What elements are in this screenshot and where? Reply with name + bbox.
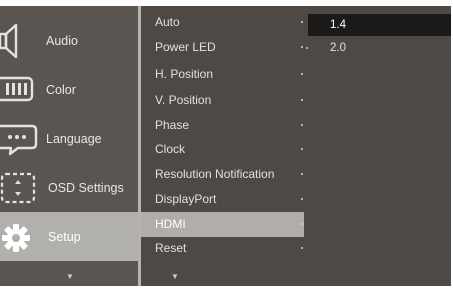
menu-item-displayport[interactable]: DisplayPort <box>141 187 304 212</box>
bullet <box>301 73 303 75</box>
osd-menu: Audio Color Language OSD Settings Setup … <box>0 0 453 291</box>
menu-item-hdmi[interactable]: HDMI <box>141 212 304 237</box>
category-language[interactable]: Language <box>0 114 138 163</box>
menu-item-h-position[interactable]: H. Position <box>141 62 304 87</box>
scroll-down-icon[interactable]: ▼ <box>66 272 74 281</box>
bullet <box>301 223 303 225</box>
menu-item-label: Reset <box>155 241 187 255</box>
bullet <box>301 173 303 175</box>
option-label: 2.0 <box>330 42 346 54</box>
bullet <box>306 47 308 49</box>
hdmi-options: 1.4 2.0 <box>304 6 451 286</box>
menu-item-power-led[interactable]: Power LED <box>141 35 304 60</box>
category-label: Color <box>46 82 76 97</box>
menu-item-label: H. Position <box>155 67 214 81</box>
category-setup[interactable]: Setup <box>0 212 138 261</box>
bullet <box>301 21 303 23</box>
menu-item-v-position[interactable]: V. Position <box>141 88 304 113</box>
bullet <box>301 198 303 200</box>
bullet <box>301 124 303 126</box>
menu-item-reset[interactable]: Reset <box>141 236 304 261</box>
menu-item-label: V. Position <box>155 93 212 107</box>
menu-item-label: Phase <box>155 118 190 132</box>
category-color[interactable]: Color <box>0 65 138 114</box>
bullet <box>301 148 303 150</box>
language-icon <box>0 124 38 156</box>
menu-item-label: HDMI <box>155 217 186 231</box>
setup-menu: Auto Power LED H. Position V. Position P… <box>141 6 304 286</box>
bullet <box>301 247 303 249</box>
category-label: Setup <box>48 229 81 244</box>
menu-item-label: Clock <box>155 142 186 156</box>
category-column: Audio Color Language OSD Settings Setup … <box>0 6 138 286</box>
menu-item-label: DisplayPort <box>155 192 217 206</box>
menu-item-resolution-notification[interactable]: Resolution Notification <box>141 162 304 187</box>
menu-item-auto[interactable]: Auto <box>141 10 304 35</box>
menu-item-label: Auto <box>155 15 180 29</box>
category-audio[interactable]: Audio <box>0 16 138 65</box>
category-label: Language <box>46 131 102 146</box>
menu-item-label: Resolution Notification <box>155 167 275 181</box>
menu-item-clock[interactable]: Clock <box>141 137 304 162</box>
bullet <box>301 46 303 48</box>
gear-icon <box>2 224 30 252</box>
color-icon <box>0 76 34 102</box>
speaker-icon <box>0 23 18 59</box>
category-label: Audio <box>46 33 78 48</box>
menu-item-phase[interactable]: Phase <box>141 113 304 138</box>
scroll-down-icon[interactable]: ▼ <box>171 272 179 281</box>
option-item[interactable]: 2.0 <box>304 37 451 59</box>
bullet <box>301 99 303 101</box>
menu-item-label: Power LED <box>155 40 216 54</box>
osd-settings-icon <box>0 172 36 204</box>
category-label: OSD Settings <box>48 180 124 195</box>
option-selected[interactable]: 1.4 <box>308 14 451 36</box>
option-label: 1.4 <box>330 19 346 31</box>
category-osd-settings[interactable]: OSD Settings <box>0 163 138 212</box>
